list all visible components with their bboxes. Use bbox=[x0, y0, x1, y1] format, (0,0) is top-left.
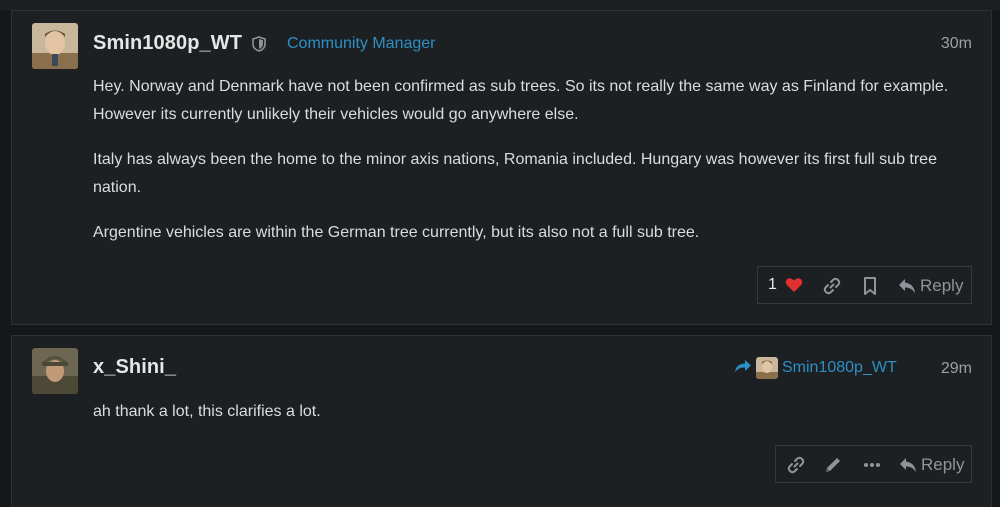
post-body: Hey. Norway and Denmark have not been co… bbox=[93, 73, 973, 264]
reply-button[interactable]: Reply bbox=[898, 276, 963, 296]
like-button[interactable]: 1 bbox=[768, 276, 803, 294]
reply-icon bbox=[899, 457, 917, 473]
pencil-icon[interactable] bbox=[823, 455, 843, 475]
post-2: x_Shini_ Smin1080p_WT 29m ah thank a lot… bbox=[11, 335, 992, 507]
shield-icon bbox=[252, 36, 266, 52]
post-body: ah thank a lot, this clarifies a lot. bbox=[93, 398, 973, 443]
post-controls: Reply bbox=[775, 445, 972, 483]
more-icon[interactable] bbox=[862, 455, 882, 475]
reply-label: Reply bbox=[920, 276, 964, 295]
post-time[interactable]: 30m bbox=[941, 35, 972, 53]
user-title[interactable]: Community Manager bbox=[287, 35, 436, 53]
post-paragraph: Argentine vehicles are within the German… bbox=[93, 224, 700, 241]
post-time[interactable]: 29m bbox=[941, 360, 972, 378]
post-paragraph: Italy has always been the home to the mi… bbox=[93, 151, 937, 196]
username[interactable]: x_Shini_ bbox=[93, 356, 176, 379]
reply-to-avatar bbox=[756, 357, 778, 379]
avatar[interactable] bbox=[32, 23, 78, 69]
share-arrow-icon bbox=[734, 359, 752, 378]
avatar[interactable] bbox=[32, 348, 78, 394]
like-count: 1 bbox=[768, 276, 777, 293]
post-controls: 1 Reply bbox=[757, 266, 972, 304]
post-paragraph: ah thank a lot, this clarifies a lot. bbox=[93, 403, 321, 420]
reply-icon bbox=[898, 278, 916, 294]
link-icon[interactable] bbox=[822, 276, 842, 296]
reply-button[interactable]: Reply bbox=[899, 455, 964, 475]
link-icon[interactable] bbox=[786, 455, 806, 475]
reply-to-username: Smin1080p_WT bbox=[782, 359, 897, 376]
username[interactable]: Smin1080p_WT bbox=[93, 32, 242, 55]
reply-label: Reply bbox=[921, 455, 965, 474]
top-strip bbox=[0, 0, 1000, 10]
heart-icon bbox=[785, 277, 803, 293]
reply-to-link[interactable]: Smin1080p_WT bbox=[734, 357, 897, 379]
bookmark-icon[interactable] bbox=[862, 276, 878, 296]
post-paragraph: Hey. Norway and Denmark have not been co… bbox=[93, 78, 949, 123]
post-1: Smin1080p_WT Community Manager 30m Hey. … bbox=[11, 10, 992, 325]
